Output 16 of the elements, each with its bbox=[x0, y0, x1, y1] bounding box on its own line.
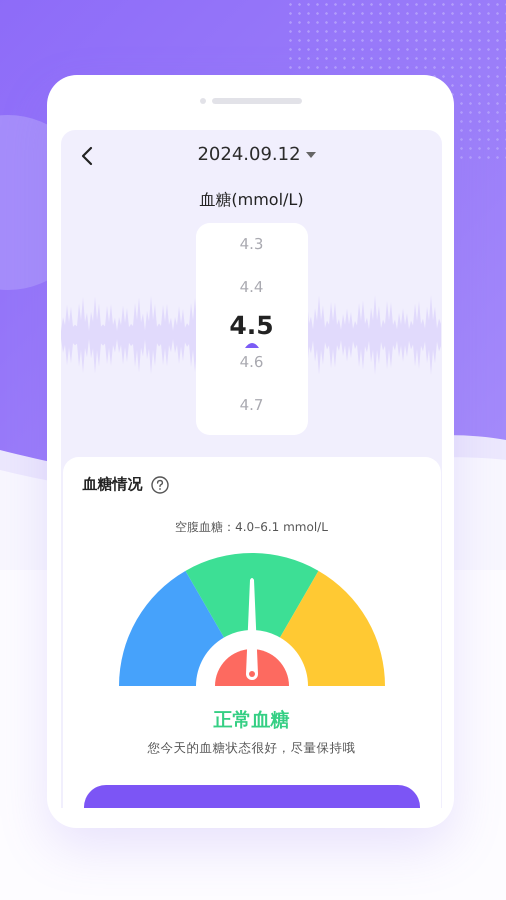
status-message: 您今天的血糖状态很好，尽量保持哦 bbox=[148, 740, 356, 757]
unit-label: 血糖(mmol/L) bbox=[199, 190, 304, 210]
help-icon[interactable] bbox=[150, 476, 168, 494]
picker-value[interactable]: 4.3 bbox=[240, 232, 264, 256]
picker-value[interactable]: 4.4 bbox=[240, 274, 264, 298]
picker-value[interactable]: 4.7 bbox=[240, 392, 264, 416]
date-selector[interactable]: 2024.09.12 bbox=[197, 144, 301, 165]
value-picker[interactable]: 4.3 4.4 4.5 4.6 4.7 bbox=[196, 223, 308, 435]
pointer-icon bbox=[244, 341, 258, 348]
picker-value[interactable]: 4.6 bbox=[240, 350, 264, 374]
status-text: 正常血糖 bbox=[214, 708, 290, 732]
section-title: 血糖情况 bbox=[82, 475, 142, 494]
caret-icon[interactable] bbox=[306, 152, 316, 158]
back-button[interactable] bbox=[81, 146, 95, 166]
picker-value[interactable]: 4.5 bbox=[229, 312, 274, 340]
range-text: 空腹血糖：4.0–6.1 mmol/L bbox=[175, 519, 328, 536]
